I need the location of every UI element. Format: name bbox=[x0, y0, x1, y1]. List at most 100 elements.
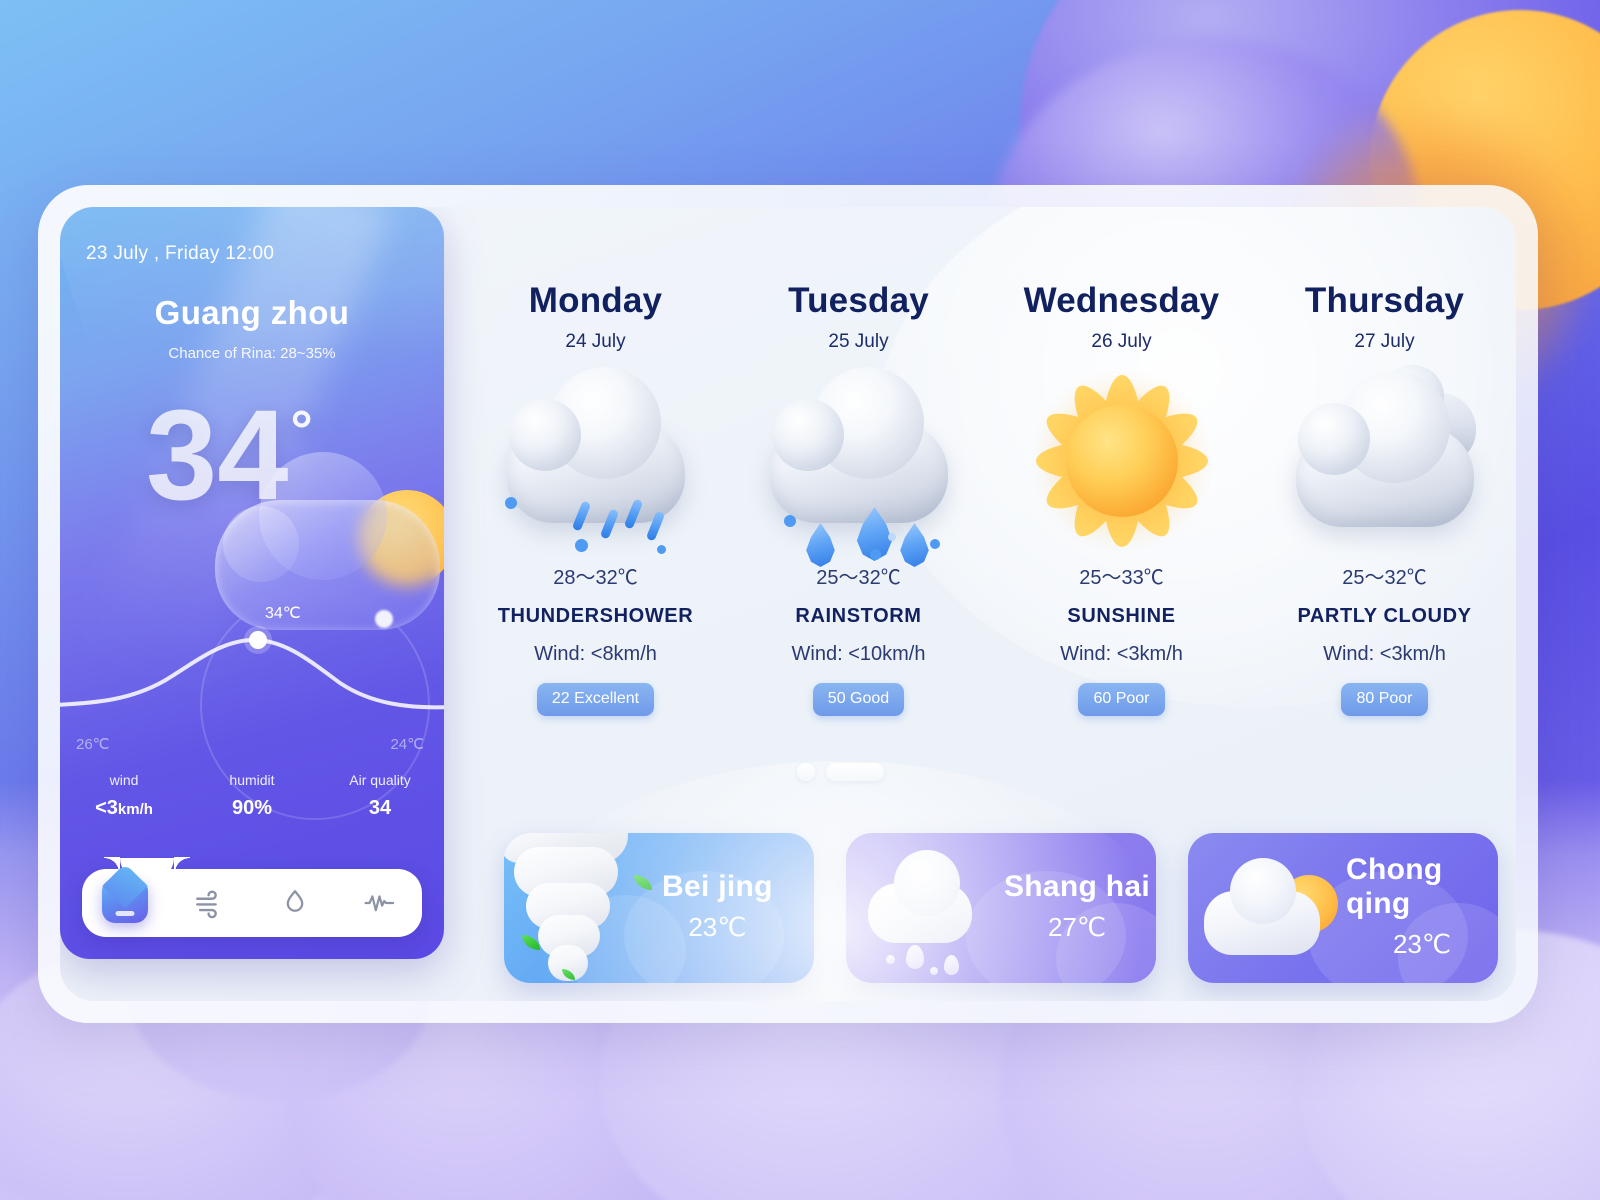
forecast-date: 27 July bbox=[1354, 331, 1415, 352]
tornado-shape bbox=[504, 833, 662, 983]
tornado-segment bbox=[548, 945, 588, 981]
card-blob-decoration bbox=[1056, 903, 1156, 983]
stat-label: wind bbox=[109, 772, 139, 788]
rain-drop bbox=[944, 955, 959, 975]
forecast-day-name: Tuesday bbox=[788, 281, 929, 320]
forecast-condition: RAINSTORM bbox=[795, 605, 922, 627]
forecast-card-thursday[interactable]: Thursday 27 July 25～32℃ PARTLY CLOUDY Wi… bbox=[1253, 207, 1516, 767]
tornado-icon bbox=[504, 833, 662, 983]
cloud-shape bbox=[1204, 858, 1320, 955]
city-name: Bei jing bbox=[662, 869, 773, 903]
bottom-navigation-bar bbox=[82, 857, 422, 937]
forecast-wind: Wind: <3km/h bbox=[1060, 643, 1183, 665]
city-card-text: Chong qing 23℃ bbox=[1346, 853, 1498, 964]
forecast-day-name: Thursday bbox=[1304, 281, 1465, 320]
temperature-low-right-label: 24℃ bbox=[390, 736, 424, 753]
air-quality-badge[interactable]: 22 Excellent bbox=[536, 683, 655, 716]
partly-cloudy-icon bbox=[1253, 365, 1516, 555]
city-card-text: Shang hai 27℃ bbox=[1004, 870, 1150, 947]
forecast-date: 24 July bbox=[565, 331, 626, 352]
temperature-peak-label: 34℃ bbox=[265, 605, 301, 622]
forecast-card-monday[interactable]: Monday 24 July 28～32℃ THUNDERSHOWER Wind… bbox=[464, 207, 727, 767]
forecast-condition: PARTLY CLOUDY bbox=[1297, 605, 1472, 627]
panel-inner-surface: 23 July , Friday 12:00 Guang zhou Chance… bbox=[60, 207, 1516, 1001]
pagination-dot[interactable] bbox=[796, 763, 815, 781]
forecast-wind: Wind: <10km/h bbox=[791, 643, 926, 665]
nav-item-home[interactable] bbox=[101, 879, 148, 926]
temperature-curve-svg bbox=[60, 637, 444, 710]
rain-chance-text: Chance of Rina: 28~35% bbox=[168, 345, 336, 362]
current-weather-card[interactable]: 23 July , Friday 12:00 Guang zhou Chance… bbox=[60, 207, 444, 959]
wind-icon bbox=[195, 890, 217, 919]
nav-item-activity[interactable] bbox=[357, 880, 403, 926]
sun-core bbox=[1065, 405, 1178, 517]
forecast-wind: Wind: <8km/h bbox=[534, 643, 657, 665]
stat-label: Air quality bbox=[349, 772, 411, 788]
city-card-shanghai[interactable]: Shang hai 27℃ bbox=[846, 833, 1156, 983]
nav-item-humidity[interactable] bbox=[272, 880, 318, 926]
cloud-shape bbox=[769, 367, 948, 523]
forecast-card-tuesday[interactable]: Tuesday 25 July 25～32℃ RAINSTORM Wind: <… bbox=[727, 207, 990, 767]
stat-humidity: humidit 90% bbox=[188, 772, 316, 820]
cloud-shape bbox=[1295, 371, 1474, 527]
temperature-low-left-label: 26℃ bbox=[76, 736, 110, 753]
forecast-temp-range: 25～32℃ bbox=[1342, 567, 1427, 589]
forecast-temp-range: 25～32℃ bbox=[816, 567, 901, 589]
forecast-temp-range: 25～33℃ bbox=[1079, 567, 1164, 589]
city-name: Chong qing bbox=[1346, 852, 1443, 920]
forecast-card-wednesday[interactable]: Wednesday 26 July 25～33℃ SUNSHINE Wind: … bbox=[990, 207, 1253, 767]
nav-item-wind[interactable] bbox=[187, 880, 233, 926]
rain-dot bbox=[504, 497, 517, 509]
air-quality-badge[interactable]: 50 Good bbox=[812, 683, 905, 716]
rain-dot bbox=[783, 515, 796, 527]
leaf-icon bbox=[634, 875, 652, 890]
forecast-condition: SUNSHINE bbox=[1067, 605, 1176, 627]
forecast-day-name: Wednesday bbox=[1023, 281, 1220, 320]
forecast-date: 25 July bbox=[828, 331, 889, 352]
cloud-shape bbox=[506, 367, 685, 523]
cloud-shape bbox=[868, 850, 972, 943]
air-quality-badge[interactable]: 60 Poor bbox=[1078, 683, 1165, 716]
pagination-active-bar[interactable] bbox=[825, 763, 884, 781]
forecast-pagination[interactable] bbox=[580, 763, 1100, 781]
city-card-beijing[interactable]: Bei jing 23℃ bbox=[504, 833, 814, 983]
weather-dashboard-panel: 23 July , Friday 12:00 Guang zhou Chance… bbox=[38, 185, 1538, 1023]
thundershower-icon bbox=[464, 365, 727, 555]
leaf-icon bbox=[562, 969, 575, 980]
rain-cloud-icon bbox=[846, 833, 1004, 983]
current-datetime: 23 July , Friday 12:00 bbox=[86, 243, 275, 264]
activity-pulse-icon bbox=[364, 895, 394, 912]
rain-drop bbox=[886, 955, 895, 964]
city-card-chongqing[interactable]: Chong qing 23℃ bbox=[1188, 833, 1498, 983]
stat-value: 90% bbox=[231, 797, 273, 819]
home-icon bbox=[101, 879, 148, 923]
sunshine-icon bbox=[990, 357, 1253, 565]
forecast-temp-range: 28～32℃ bbox=[553, 567, 638, 589]
rain-drop bbox=[906, 945, 924, 969]
leaf-icon bbox=[522, 935, 540, 950]
stat-wind: wind <3km/h bbox=[60, 772, 188, 820]
tornado-segment bbox=[538, 915, 600, 957]
rain-dot bbox=[929, 539, 940, 549]
stat-unit: km/h bbox=[117, 801, 153, 818]
tornado-segment bbox=[526, 883, 610, 929]
city-card-text: Bei jing 23℃ bbox=[662, 870, 773, 947]
forecast-row: Monday 24 July 28～32℃ THUNDERSHOWER Wind… bbox=[464, 207, 1516, 767]
card-blob-decoration bbox=[624, 871, 784, 983]
sun-behind-cloud-icon bbox=[1188, 833, 1346, 983]
city-temperature: 27℃ bbox=[1047, 911, 1107, 942]
degree-symbol: ° bbox=[290, 398, 313, 462]
card-blob-decoration bbox=[966, 871, 1126, 983]
rain-dot bbox=[656, 545, 666, 554]
current-stats-row: wind <3km/h humidit 90% Air quality 34 bbox=[60, 772, 444, 820]
current-city-name: Guang zhou bbox=[154, 294, 350, 331]
city-name: Shang hai bbox=[1004, 869, 1151, 903]
rain-dot bbox=[887, 533, 896, 541]
rain-dot bbox=[574, 539, 588, 552]
city-temperature: 23℃ bbox=[1392, 928, 1452, 959]
forecast-wind: Wind: <3km/h bbox=[1323, 643, 1446, 665]
city-temperature: 23℃ bbox=[688, 911, 747, 942]
rain-dot bbox=[869, 549, 881, 560]
air-quality-badge[interactable]: 80 Poor bbox=[1341, 683, 1428, 716]
tornado-segment bbox=[514, 847, 618, 897]
